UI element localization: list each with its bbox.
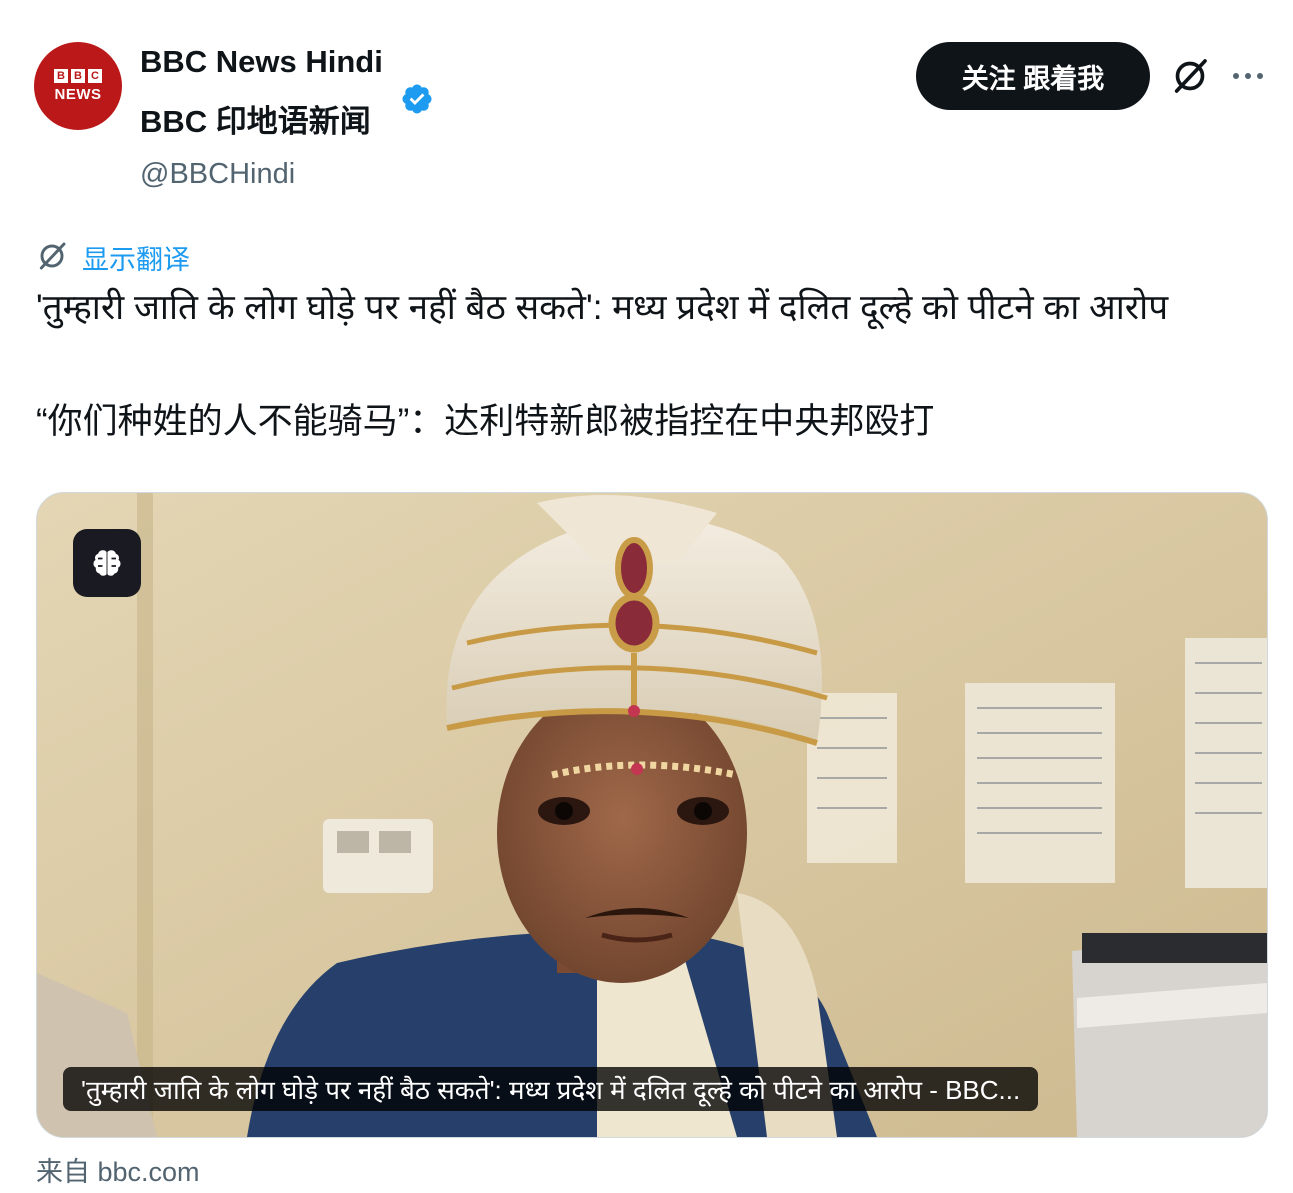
display-name[interactable]: BBC News Hindi (140, 44, 383, 80)
tweet-text: 'तुम्हारी जाति के लोग घोड़े पर नहीं बैठ … (36, 288, 1169, 327)
article-photo (37, 493, 1267, 1137)
tweet-text-translated: “你们种姓的人不能骑马”：达利特新郎被指控在中央邦殴打 (36, 402, 935, 441)
more-options-icon[interactable] (1228, 58, 1268, 94)
link-source[interactable]: 来自 bbc.com (36, 1150, 200, 1189)
show-translation-link[interactable]: 显示翻译 (82, 238, 190, 277)
verified-badge-icon (402, 84, 432, 114)
user-handle[interactable]: @BBCHindi (140, 158, 295, 191)
brain-icon (93, 550, 121, 576)
grok-icon[interactable] (1170, 56, 1210, 96)
link-card[interactable]: 'तुम्हारी जाति के लोग घोड़े पर नहीं बैठ … (36, 492, 1268, 1138)
follow-button[interactable]: 关注 跟着我 (916, 42, 1150, 110)
display-name-translated: BBC 印地语新闻 (140, 104, 371, 139)
bbc-avatar[interactable]: B B C NEWS (34, 42, 122, 130)
bbc-logo: B B C (54, 69, 102, 83)
grok-translate-icon (39, 242, 66, 270)
ai-generated-badge[interactable] (73, 529, 141, 597)
link-card-title: 'तुम्हारी जाति के लोग घोड़े पर नहीं बैठ … (63, 1067, 1039, 1111)
